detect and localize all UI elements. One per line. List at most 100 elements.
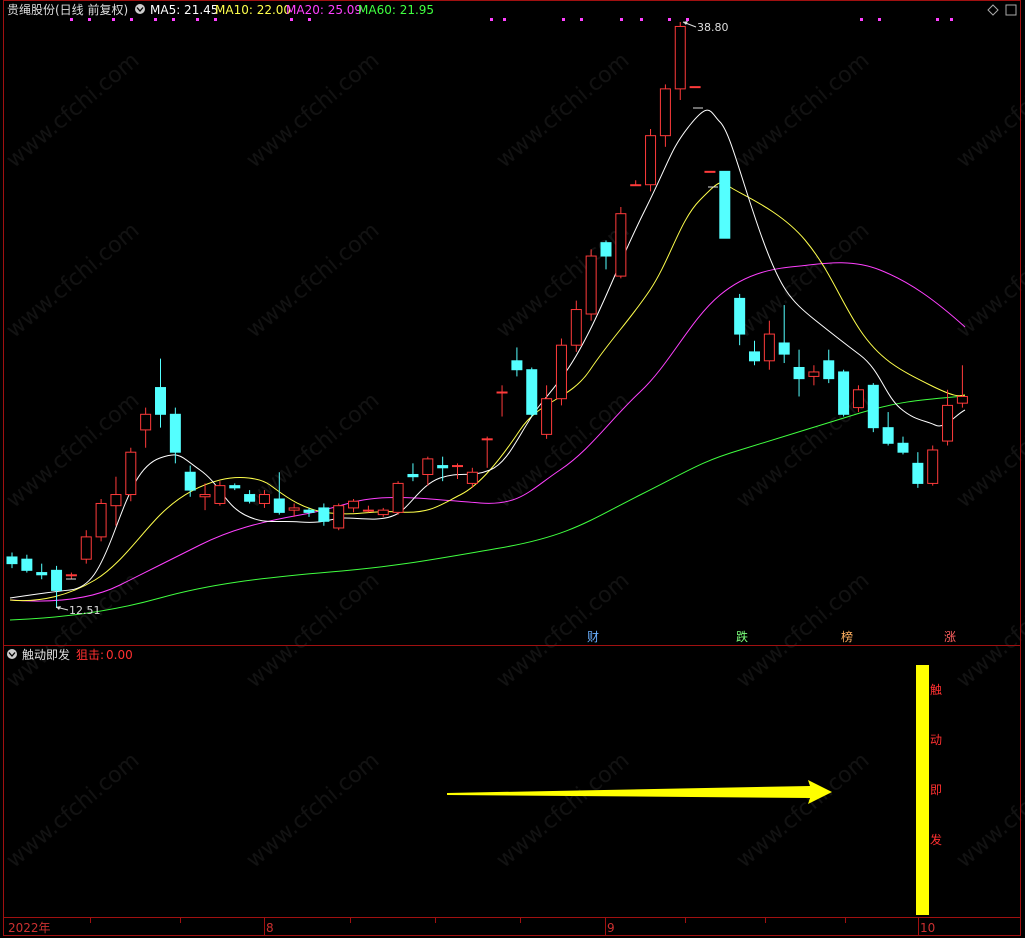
candle-body	[214, 485, 226, 504]
watermark-text: www.cfchi.com	[732, 218, 874, 343]
indicator-toggle-icon[interactable]	[7, 649, 17, 659]
candle-body	[125, 451, 137, 496]
ma5-value: MA5: 21.45	[150, 3, 218, 17]
candle-body	[362, 509, 374, 512]
candle	[452, 463, 463, 479]
candle-body	[808, 371, 820, 377]
candle-body	[882, 427, 894, 444]
high-price-marker: 38.80	[697, 21, 729, 34]
indicator-bar	[916, 665, 929, 915]
candle	[407, 463, 419, 482]
signal-dot	[154, 18, 157, 21]
watermark-text: www.cfchi.com	[952, 568, 1025, 693]
signal-dot	[112, 18, 115, 21]
candle	[645, 128, 657, 192]
candle-body	[6, 556, 18, 565]
signal-dot	[860, 18, 863, 21]
stock-name: 贵绳股份	[7, 3, 55, 17]
candle-body	[273, 498, 285, 513]
signal-dot	[936, 18, 939, 21]
candle	[526, 367, 538, 417]
candle-body	[229, 485, 241, 489]
candle	[333, 503, 345, 531]
candle-body	[927, 449, 939, 484]
expand-icon[interactable]	[1005, 4, 1017, 16]
candle-body	[823, 360, 835, 380]
watermark-text: www.cfchi.com	[732, 388, 874, 513]
candle	[555, 338, 567, 406]
high-low-markers: 38.80 12.51	[55, 21, 729, 617]
candle-body	[140, 413, 152, 431]
candle-body	[897, 442, 909, 453]
signal-dot	[130, 18, 133, 21]
candle	[318, 503, 330, 526]
candle-body	[348, 500, 360, 509]
bar-char-4: 发	[930, 832, 942, 847]
collapse-toggle-icon[interactable]	[135, 4, 145, 14]
stock-chart[interactable]: www.cfchi.com www.cfchi.com www.cfchi.com w…	[0, 0, 1025, 938]
candle-body	[704, 170, 716, 173]
candle	[749, 340, 760, 366]
candle-body	[570, 309, 582, 346]
watermark-text: www.cfchi.com	[952, 48, 1025, 173]
signal-dot	[490, 18, 493, 21]
candle	[867, 383, 879, 433]
candle	[823, 349, 835, 384]
candle-body	[674, 25, 686, 90]
candle	[719, 170, 731, 239]
candle	[214, 481, 226, 506]
signal-dot	[503, 18, 506, 21]
signal-dot	[620, 18, 623, 21]
candle	[155, 358, 166, 428]
candle	[184, 465, 196, 497]
candle	[689, 86, 701, 89]
candle	[808, 365, 820, 386]
candle-body	[51, 569, 63, 591]
candle	[288, 503, 300, 517]
candle-body	[942, 404, 954, 442]
candle-body	[244, 494, 256, 502]
candle	[348, 499, 360, 513]
candle-body	[80, 536, 92, 560]
x-axis: 2022年 8 9 10	[8, 918, 935, 935]
low-price-marker: 12.51	[69, 604, 101, 617]
signal-dot	[580, 18, 583, 21]
candle-body	[956, 395, 968, 404]
candle-body	[867, 384, 879, 429]
x-tick-oct: 10	[920, 921, 935, 935]
candle	[65, 572, 77, 580]
candle-body	[95, 502, 107, 538]
event-label-cai: 财	[587, 630, 599, 644]
candle	[659, 84, 671, 147]
indicator-value: 0.00	[106, 648, 133, 662]
watermark-text: www.cfchi.com	[2, 748, 144, 873]
candle-body	[288, 507, 300, 511]
candle	[570, 300, 582, 352]
signal-dot	[172, 18, 175, 21]
candle-body	[852, 389, 864, 409]
watermark-text: www.cfchi.com	[492, 568, 634, 693]
candle-body	[333, 505, 345, 529]
ma10-line	[9, 182, 966, 602]
candle	[912, 452, 924, 488]
candle	[674, 22, 686, 101]
indicator-bar-text: 触 动 即 发	[930, 683, 942, 847]
watermark-text: www.cfchi.com	[492, 748, 634, 873]
signal-dot	[214, 18, 217, 21]
bar-char-3: 即	[930, 783, 942, 797]
candle	[897, 436, 909, 455]
candle	[852, 385, 864, 413]
candle	[704, 170, 716, 173]
x-tick-year: 2022年	[8, 921, 51, 935]
candle	[229, 483, 241, 491]
candle	[6, 552, 18, 569]
signal-dot	[88, 18, 91, 21]
candle-body	[734, 297, 746, 335]
candle-body	[481, 438, 493, 441]
diamond-icon[interactable]	[987, 4, 999, 16]
event-label-die: 跌	[736, 629, 748, 644]
chart-header: 贵绳股份 (日线 前复权) MA5: 21.45 MA10: 22.00 MA2…	[7, 2, 1017, 17]
candle	[511, 347, 523, 377]
watermark-text: www.cfchi.com	[2, 568, 144, 693]
candle	[422, 456, 434, 486]
